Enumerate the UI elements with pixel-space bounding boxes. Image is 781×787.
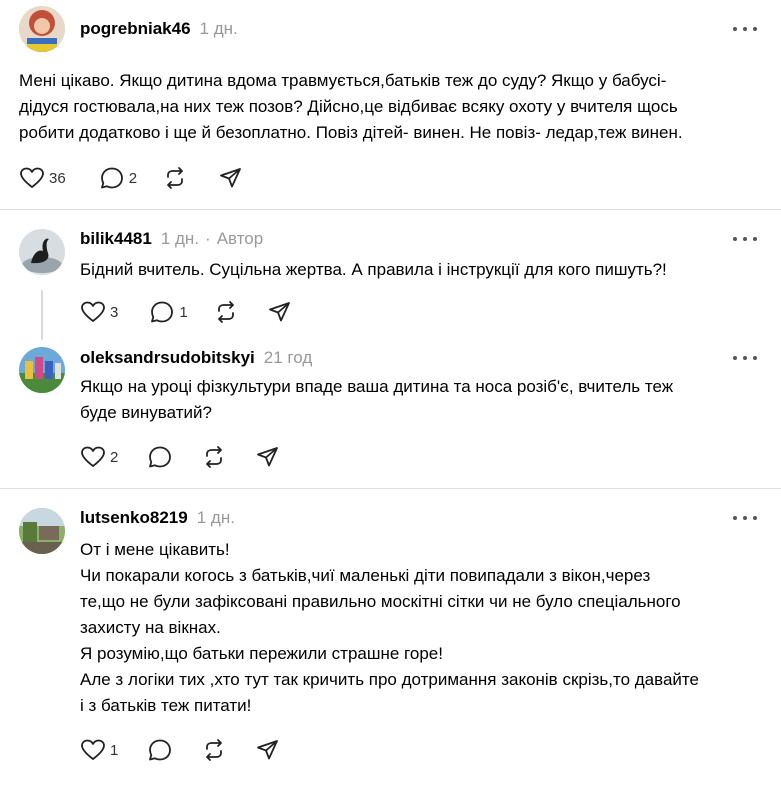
like-button[interactable]: 2 [80, 443, 118, 471]
avatar-photo [19, 6, 65, 52]
separator-dot: · [205, 229, 211, 248]
repost-icon [206, 739, 223, 761]
like-count: 1 [110, 741, 119, 759]
reply-button[interactable] [147, 736, 173, 764]
reply-count: 1 [179, 303, 188, 321]
repost-button[interactable] [201, 443, 227, 471]
comment-header: lutsenko8219 1 дн. [80, 508, 235, 532]
thread-line [41, 290, 43, 340]
timestamp[interactable]: 1 дн. [197, 508, 235, 528]
comment-text: От і мене цікавить! Чи покарали когось з… [80, 540, 699, 715]
send-icon [268, 302, 290, 322]
more-options-icon[interactable] [733, 352, 757, 364]
like-count: 36 [49, 169, 66, 187]
repost-icon [206, 446, 223, 468]
comment-post: lutsenko8219 1 дн. От і мене цікавить! Ч… [0, 489, 781, 787]
comment-icon [151, 301, 174, 323]
share-button[interactable] [218, 164, 244, 192]
like-button[interactable]: 36 [19, 164, 66, 192]
username-link[interactable]: lutsenko8219 [80, 508, 188, 528]
like-button[interactable]: 1 [80, 736, 118, 764]
reply-button[interactable] [147, 443, 173, 471]
comment-icon [149, 446, 172, 468]
share-button[interactable] [267, 298, 293, 326]
timestamp[interactable]: 21 год [264, 348, 312, 368]
repost-button[interactable] [201, 736, 227, 764]
heart-icon [81, 739, 105, 760]
username-link[interactable]: pogrebniak46 [80, 19, 191, 39]
comment-post: pogrebniak46 1 дн. Мені цікаво. Якщо дит… [0, 0, 781, 209]
share-button[interactable] [255, 443, 281, 471]
avatar[interactable] [19, 347, 65, 393]
timestamp[interactable]: 1 дн. [200, 19, 238, 39]
repost-icon [217, 301, 234, 323]
send-icon [257, 447, 279, 467]
reply-button[interactable]: 2 [99, 164, 137, 192]
avatar[interactable] [19, 508, 65, 554]
send-icon [220, 168, 241, 188]
more-options-icon[interactable] [733, 233, 757, 245]
heart-icon [81, 446, 105, 467]
avatar-photo [19, 229, 65, 275]
like-button[interactable]: 3 [80, 298, 118, 326]
comment-actions: 1 [80, 736, 281, 764]
comment-actions: 2 [80, 443, 281, 471]
repost-icon [167, 167, 183, 189]
comment-post: oleksandrsudobitskyi 21 год Якщо на уроц… [0, 340, 781, 488]
comment-icon [149, 739, 172, 761]
avatar-photo [19, 347, 65, 393]
avatar[interactable] [19, 229, 65, 275]
comment-actions: 36 2 [19, 164, 244, 192]
comment-header: bilik4481 1 дн. · Автор [80, 229, 263, 253]
comment-text: Бідний вчитель. Суцільна жертва. А прави… [80, 260, 667, 279]
avatar-photo [19, 508, 65, 554]
more-options-icon[interactable] [733, 512, 757, 524]
comment-icon [100, 167, 123, 189]
author-badge: Автор [216, 229, 264, 248]
like-count: 2 [110, 448, 119, 466]
avatar[interactable] [19, 6, 65, 52]
username-link[interactable]: oleksandrsudobitskyi [80, 348, 255, 368]
repost-button[interactable] [213, 298, 239, 326]
send-icon [257, 740, 279, 760]
comment-actions: 3 1 [80, 298, 293, 326]
comment-header: pogrebniak46 1 дн. [80, 19, 238, 43]
reply-button[interactable]: 1 [149, 298, 188, 326]
comment-text: Мені цікаво. Якщо дитина вдома травмуєть… [19, 71, 683, 142]
comment-header: oleksandrsudobitskyi 21 год [80, 348, 312, 372]
share-button[interactable] [255, 736, 281, 764]
timestamp[interactable]: 1 дн. [161, 229, 199, 249]
comment-text: Якщо на уроці фізкультури впаде ваша дит… [80, 377, 674, 422]
repost-button[interactable] [162, 164, 188, 192]
like-count: 3 [110, 303, 119, 321]
heart-icon [81, 301, 105, 322]
reply-count: 2 [128, 169, 138, 187]
more-options-icon[interactable] [733, 23, 757, 35]
heart-icon [20, 167, 44, 188]
username-link[interactable]: bilik4481 [80, 229, 152, 249]
comment-post: bilik4481 1 дн. · Автор Бідний вчитель. … [0, 210, 781, 340]
